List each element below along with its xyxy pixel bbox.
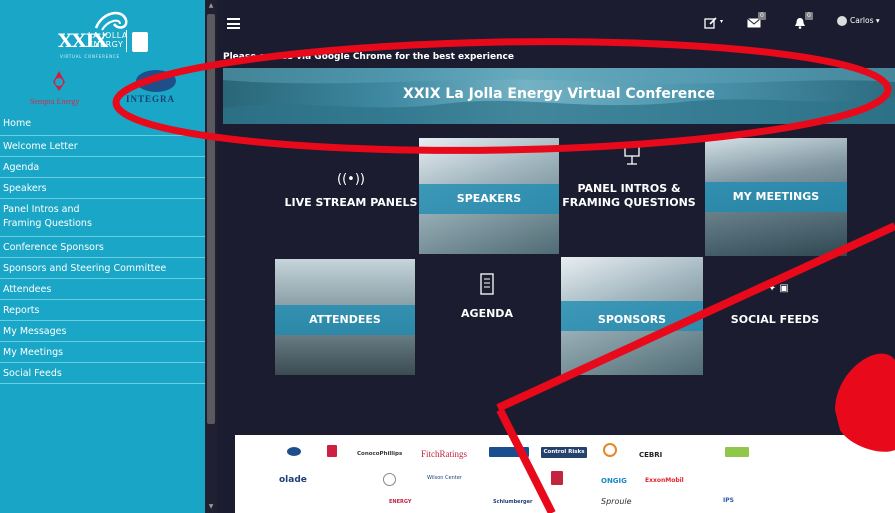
sidebar-item-home[interactable]: Home [0,116,205,136]
conference-logo[interactable]: XXIX LA JOLLA ENERGY VIRTUAL CONFERENCE … [0,0,205,116]
user-menu-caret-icon: ▾ [875,16,880,25]
ceare-logo[interactable] [603,443,617,457]
tile-speakers-label: SPEAKERS [456,192,522,205]
conocophillips-logo[interactable]: ConocoPhillips [357,451,402,457]
conference-banner: XXIX La Jolla Energy Virtual Conference [223,68,895,124]
schlumberger-logo[interactable]: Schlumberger [493,499,532,505]
tile-sponsors[interactable]: SPONSORS [561,257,703,375]
tile-attendees[interactable]: ATTENDEES [275,259,415,375]
colorful-logo[interactable] [725,447,749,457]
logo-line-la-jolla: LA JOLLA [88,31,128,40]
browser-notice: Please access via Google Chrome for the … [223,52,514,62]
logo-badge-icon [132,32,148,52]
integra-logo[interactable]: INTEGRA [112,70,198,110]
tile-social-feeds[interactable]: f ✦ ▣ SOCIAL FEEDS [705,259,845,375]
broadcast-icon: ((•)) [337,172,365,187]
globe-icon [136,70,176,92]
sidebar-scrollbar-thumb[interactable] [207,14,215,424]
sidebar-item-my-messages[interactable]: My Messages [0,321,205,342]
top-navbar: ▾ 0 0 Carlos ▾ [217,0,895,46]
circle-seal-logo[interactable] [383,473,396,486]
menu-toggle-icon[interactable] [227,18,240,29]
tile-live-stream[interactable]: ((•)) LIVE STREAM PANELS [281,138,421,254]
sidebar-item-agenda[interactable]: Agenda [0,157,205,178]
integra-small-logo[interactable] [287,447,301,456]
sempra-mark-icon [53,71,65,91]
social-icons: f ✦ ▣ [705,283,845,294]
sidebar-item-welcome-letter[interactable]: Welcome Letter [0,136,205,157]
edit-icon[interactable] [704,17,718,29]
chevron-logo[interactable] [551,471,563,485]
sidebar-item-panel-intros[interactable]: Panel Intros and Framing Questions [0,199,205,237]
user-menu[interactable]: Carlos ▾ [837,16,880,26]
logo-wordmark: LA JOLLA ENERGY [88,31,128,49]
logo-divider [126,30,127,52]
instagram-icon[interactable]: ▣ [779,283,788,294]
exxonmobil-logo[interactable]: ExxonMobil [645,477,684,484]
tile-my-meetings[interactable]: MY MEETINGS [705,138,847,256]
sidebar-item-my-meetings[interactable]: My Meetings [0,342,205,363]
notebook-icon [480,273,494,295]
pemex-logo[interactable]: ENERGY [389,499,411,505]
twitter-icon[interactable]: ✦ [768,283,776,294]
sempra-small-logo[interactable] [327,445,337,457]
banner-title: XXIX La Jolla Energy Virtual Conference [402,86,716,102]
sproule-logo[interactable]: Sproule [601,497,632,506]
fitchratings-logo[interactable]: FitchRatings [421,449,467,459]
main-content: ▾ 0 0 Carlos ▾ Please access via Google … [217,0,895,513]
tile-attendees-label: ATTENDEES [309,313,381,326]
sidebar-item-speakers[interactable]: Speakers [0,178,205,199]
blue-banner-logo[interactable] [489,447,529,457]
integra-wordmark: INTEGRA [126,94,176,104]
messages-count-badge: 0 [758,12,766,20]
scroll-up-arrow-icon[interactable]: ▲ [207,2,215,10]
tile-panel-intros[interactable]: PANEL INTROS & FRAMING QUESTIONS [559,138,699,254]
controlrisks-logo[interactable]: Control Risks [541,447,587,458]
facebook-icon[interactable]: f [761,283,765,294]
presentation-board-icon [624,143,640,165]
ongig-logo[interactable]: ONGIG [601,477,627,485]
sidebar-nav: Home Welcome Letter Agenda Speakers Pane… [0,116,205,384]
wilson-center-logo[interactable]: Wilson Center [427,475,462,481]
sponsor-logos-strip: ConocoPhillips FitchRatings Control Risk… [235,435,895,513]
olade-logo[interactable]: olade [279,475,307,485]
tile-agenda[interactable]: AGENDA [417,259,557,375]
ips-logo[interactable]: IPS [723,497,734,504]
cebri-logo[interactable]: CEBRI [639,451,662,459]
edit-dropdown-caret-icon[interactable]: ▾ [720,18,723,25]
tile-live-stream-label: LIVE STREAM PANELS [284,196,418,209]
user-name: Carlos [850,16,874,25]
avatar [837,16,847,26]
tile-panel-intros-label: PANEL INTROS & FRAMING QUESTIONS [562,182,696,209]
sidebar-item-attendees[interactable]: Attendees [0,279,205,300]
tile-social-feeds-label: SOCIAL FEEDS [730,313,820,326]
sidebar-item-social-feeds[interactable]: Social Feeds [0,363,205,384]
logo-tagline: VIRTUAL CONFERENCE [60,54,120,59]
sidebar-item-conference-sponsors[interactable]: Conference Sponsors [0,237,205,258]
tile-speakers[interactable]: SPEAKERS [419,138,559,254]
app-window: XXIX LA JOLLA ENERGY VIRTUAL CONFERENCE … [0,0,895,513]
sidebar-item-sponsors-steering[interactable]: Sponsors and Steering Committee [0,258,205,279]
logo-line-energy: ENERGY [88,40,124,49]
sidebar-item-label: Panel Intros and Framing Questions [3,204,92,229]
scroll-down-arrow-icon[interactable]: ▼ [207,503,215,511]
sidebar: XXIX LA JOLLA ENERGY VIRTUAL CONFERENCE … [0,0,205,513]
sempra-logo[interactable]: Sempra Energy [24,70,84,110]
tile-my-meetings-label: MY MEETINGS [732,190,820,203]
tile-agenda-label: AGENDA [461,307,513,320]
notifications-count-badge: 0 [805,12,813,20]
tile-sponsors-label: SPONSORS [597,313,667,326]
sempra-wordmark: Sempra Energy [30,97,80,106]
sidebar-item-reports[interactable]: Reports [0,300,205,321]
